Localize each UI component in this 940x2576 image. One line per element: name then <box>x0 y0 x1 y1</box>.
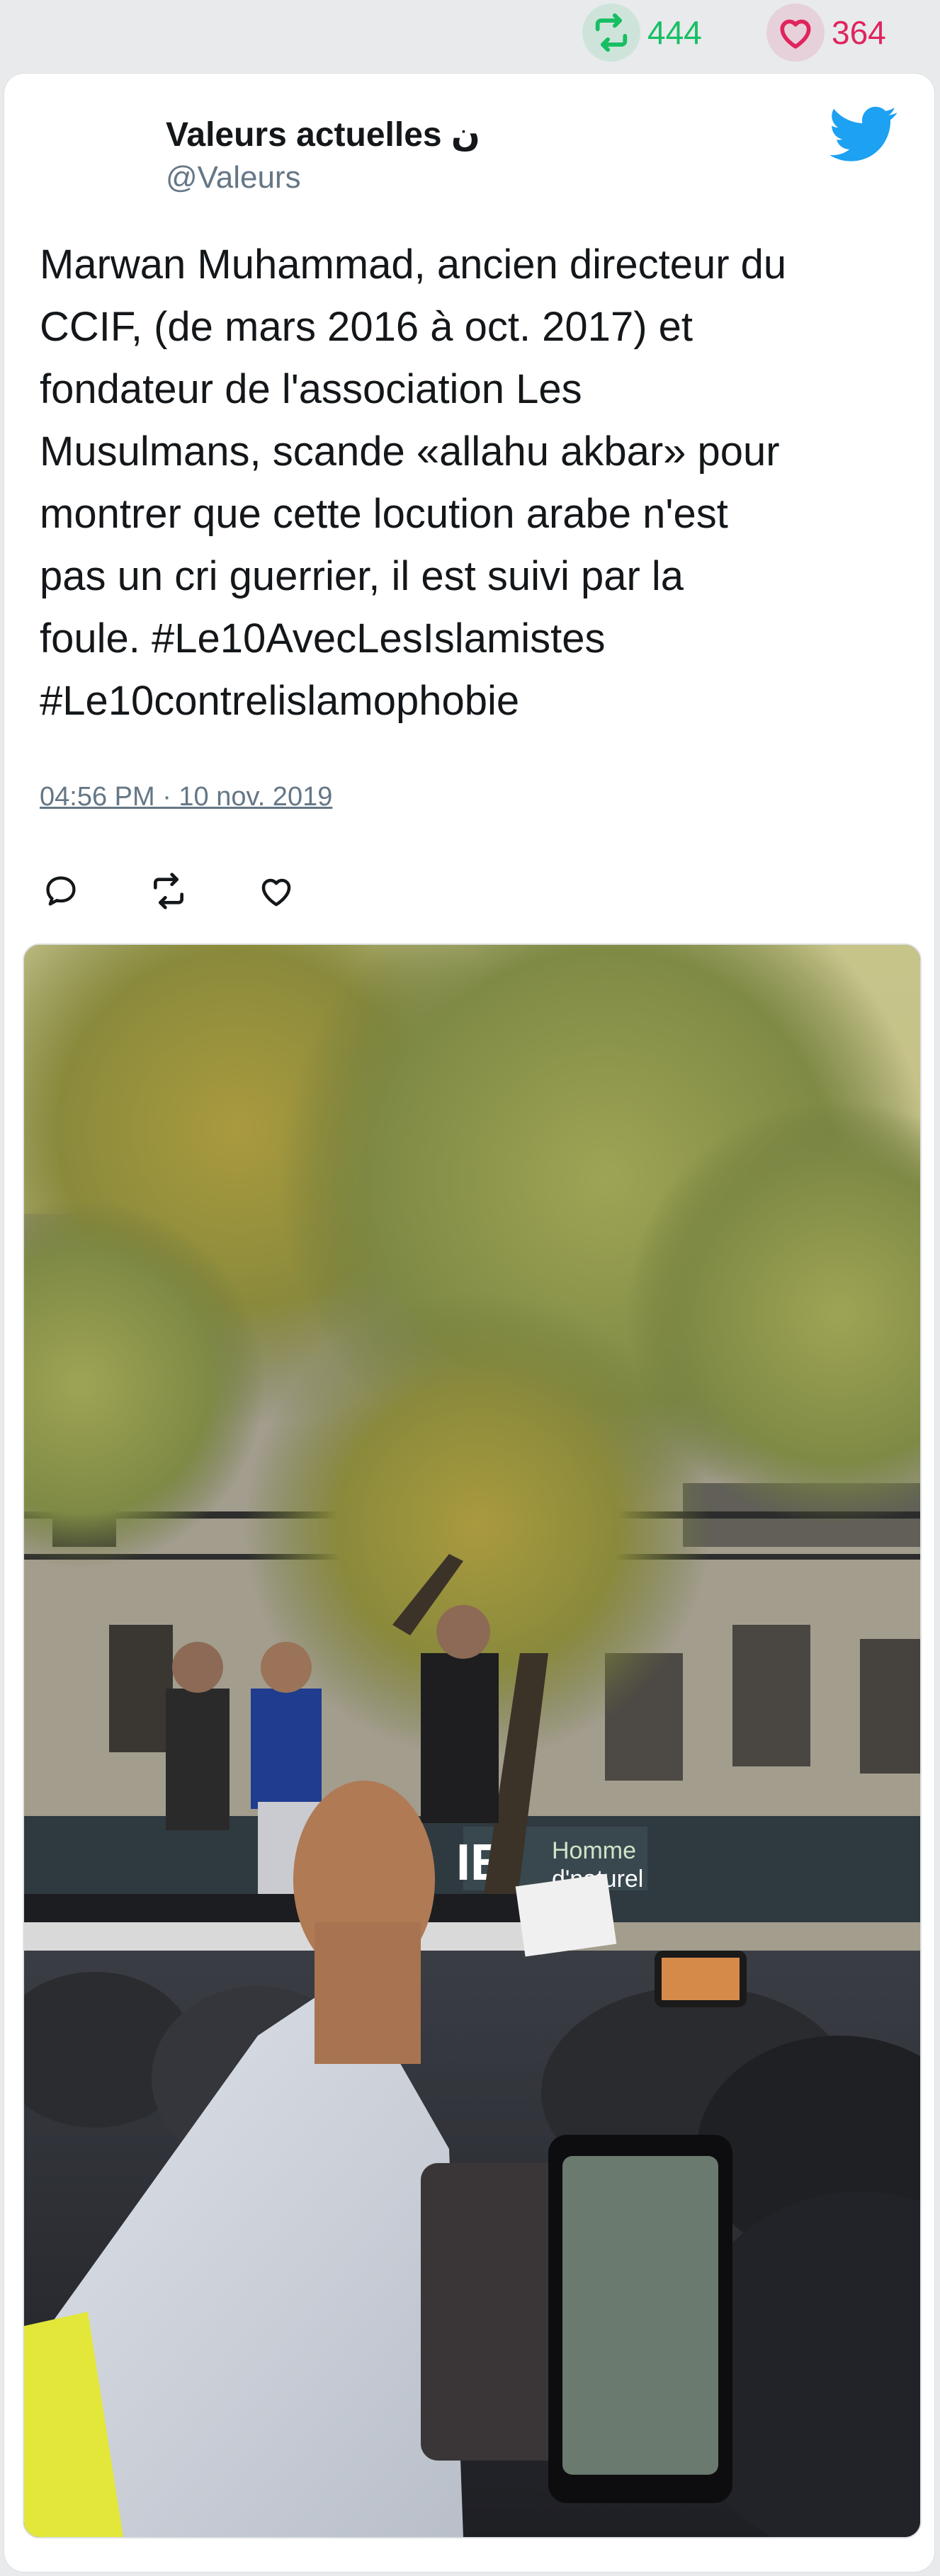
reply-button[interactable] <box>40 870 82 912</box>
tweet-media-video[interactable]: IE Homme d'naturel <box>23 943 922 2538</box>
reply-icon <box>46 876 76 906</box>
retweet-icon <box>154 873 183 909</box>
like-button[interactable] <box>255 870 298 912</box>
tweet-timestamp[interactable]: 04:56 PM · 10 nov. 2019 <box>40 782 332 812</box>
author-name[interactable]: Valeurs actuelles ن <box>166 115 480 154</box>
author-handle[interactable]: @Valeurs <box>166 160 301 195</box>
video-frame: IE Homme d'naturel <box>24 945 920 2537</box>
tweet-card: Valeurs actuelles ن @Valeurs Marwan Muha… <box>4 74 934 2572</box>
tweet-text: Marwan Muhammad, ancien directeur du CCI… <box>40 242 787 724</box>
tweet-actions <box>40 868 363 914</box>
heart-icon <box>261 878 291 907</box>
like-count: 364 <box>832 14 886 51</box>
stats-bar: 444 364 <box>0 0 940 65</box>
retweet-icon <box>582 4 640 62</box>
retweet-count: 444 <box>647 14 702 51</box>
retweet-count-stat[interactable]: 444 <box>582 0 702 65</box>
heart-icon <box>766 4 825 62</box>
store-sign-text-2: Homme <box>552 1837 636 1864</box>
like-count-stat[interactable]: 364 <box>766 0 886 65</box>
twitter-bird-icon[interactable] <box>829 106 898 163</box>
avatar[interactable] <box>41 110 133 203</box>
retweet-button[interactable] <box>147 870 190 912</box>
